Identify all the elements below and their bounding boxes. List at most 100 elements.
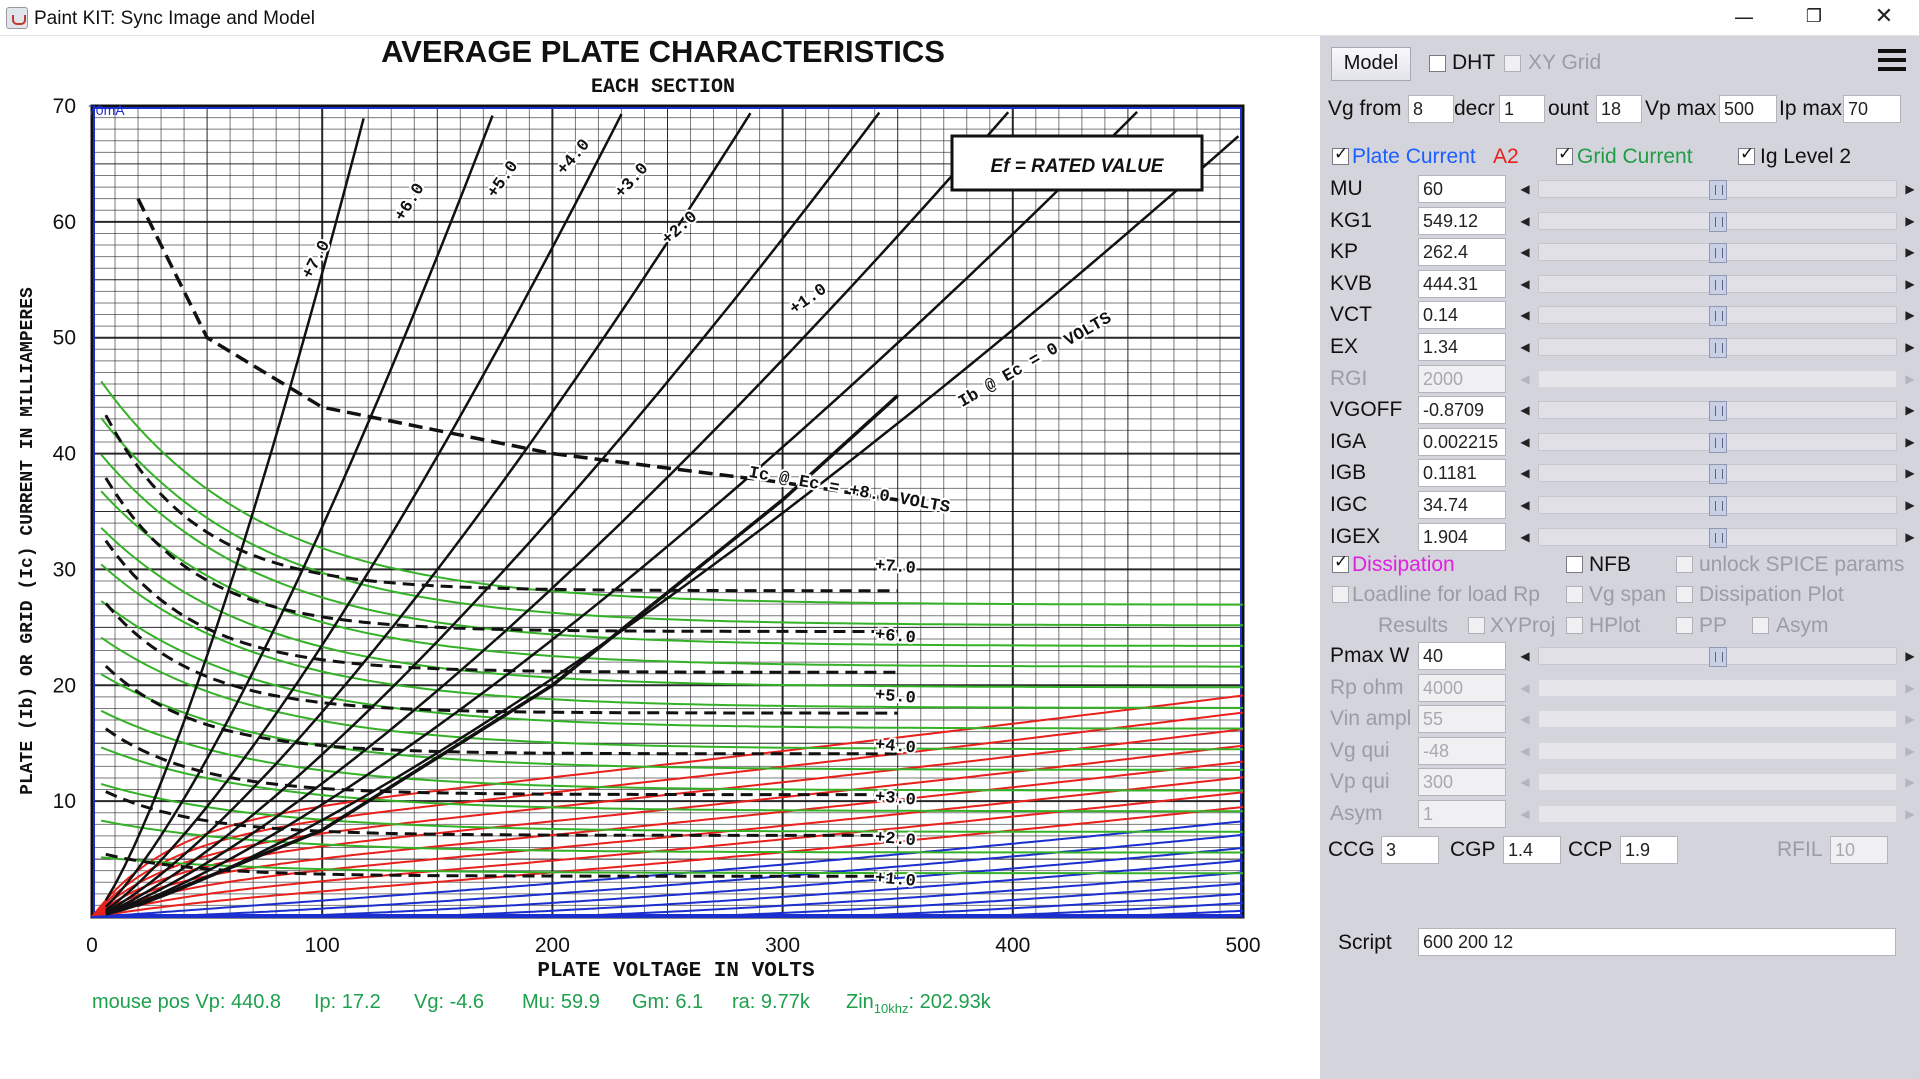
vp-max-field[interactable]: 500 (1719, 95, 1777, 123)
slider-left-arrow-icon[interactable]: ◀ (1516, 802, 1534, 826)
loadline-pmax-w-field[interactable]: 40 (1418, 642, 1506, 670)
vg-from-field[interactable]: 8 (1408, 95, 1454, 123)
loadline-asym-slider[interactable]: ◀ ▶ (1516, 802, 1919, 826)
cgp-field[interactable]: 1.4 (1503, 836, 1561, 864)
pp-checkbox[interactable] (1676, 617, 1693, 634)
param-kp-field[interactable]: 262.4 (1418, 238, 1506, 267)
slider-thumb[interactable] (1708, 432, 1727, 453)
slider-right-arrow-icon[interactable]: ▶ (1901, 430, 1919, 454)
slider-right-arrow-icon[interactable]: ▶ (1901, 493, 1919, 517)
slider-thumb[interactable] (1708, 274, 1727, 295)
loadline-checkbox[interactable] (1332, 586, 1349, 603)
param-igex-field[interactable]: 1.904 (1418, 522, 1506, 551)
slider-track[interactable] (1538, 306, 1897, 327)
slider-left-arrow-icon[interactable]: ◀ (1516, 177, 1534, 201)
param-ex-slider[interactable]: ◀ ▶ (1516, 335, 1919, 359)
slider-right-arrow-icon[interactable]: ▶ (1901, 676, 1919, 700)
hplot-checkbox[interactable] (1566, 617, 1583, 634)
slider-track[interactable] (1538, 211, 1897, 232)
slider-thumb[interactable] (1708, 647, 1727, 667)
param-igb-field[interactable]: 0.1181 (1418, 459, 1506, 488)
loadline-asym-field[interactable]: 1 (1418, 800, 1506, 828)
count-field[interactable]: 18 (1596, 95, 1642, 123)
param-kp-slider[interactable]: ◀ ▶ (1516, 240, 1919, 264)
slider-thumb[interactable] (1708, 496, 1727, 516)
param-ex-field[interactable]: 1.34 (1418, 333, 1506, 361)
slider-track[interactable] (1538, 338, 1897, 358)
loadline-pmax-w-slider[interactable]: ◀ ▶ (1516, 644, 1919, 668)
loadline-vp-qui-slider[interactable]: ◀ ▶ (1516, 770, 1919, 794)
slider-right-arrow-icon[interactable]: ▶ (1901, 398, 1919, 422)
param-igc-slider[interactable]: ◀ ▶ (1516, 493, 1919, 517)
slider-track[interactable] (1538, 243, 1897, 264)
param-kg1-field[interactable]: 549.12 (1418, 206, 1506, 235)
slider-left-arrow-icon[interactable]: ◀ (1516, 303, 1534, 327)
slider-left-arrow-icon[interactable]: ◀ (1516, 398, 1534, 422)
slider-right-arrow-icon[interactable]: ▶ (1901, 272, 1919, 296)
slider-thumb[interactable] (1708, 527, 1727, 548)
chart-canvas[interactable]: 0 100 200 300 400 500 10 20 30 40 50 60 70 +7.0 +6.0 +5… (0, 36, 1320, 1079)
loadline-rp-ohm-slider[interactable]: ◀ ▶ (1516, 676, 1919, 700)
slider-right-arrow-icon[interactable]: ▶ (1901, 240, 1919, 264)
param-igex-slider[interactable]: ◀ ▶ (1516, 525, 1919, 549)
slider-track[interactable] (1538, 647, 1897, 667)
slider-right-arrow-icon[interactable]: ▶ (1901, 707, 1919, 731)
slider-left-arrow-icon[interactable]: ◀ (1516, 367, 1534, 391)
slider-track[interactable] (1538, 369, 1897, 388)
slider-track[interactable] (1538, 180, 1897, 200)
slider-left-arrow-icon[interactable]: ◀ (1516, 493, 1534, 517)
param-kvb-field[interactable]: 444.31 (1418, 269, 1506, 298)
slider-right-arrow-icon[interactable]: ▶ (1901, 303, 1919, 327)
slider-right-arrow-icon[interactable]: ▶ (1901, 177, 1919, 201)
slider-thumb[interactable] (1708, 306, 1727, 327)
param-mu-slider[interactable]: ◀ ▶ (1516, 177, 1919, 201)
slider-right-arrow-icon[interactable]: ▶ (1901, 209, 1919, 233)
slider-track[interactable] (1538, 496, 1897, 516)
grid-current-checkbox[interactable] (1556, 144, 1573, 165)
slider-left-arrow-icon[interactable]: ◀ (1516, 739, 1534, 763)
slider-left-arrow-icon[interactable]: ◀ (1516, 240, 1534, 264)
minimize-icon[interactable]: — (1709, 0, 1779, 36)
slider-track[interactable] (1538, 464, 1897, 485)
script-input[interactable]: 600 200 12 (1418, 928, 1896, 956)
slider-left-arrow-icon[interactable]: ◀ (1516, 676, 1534, 700)
slider-track[interactable] (1538, 401, 1897, 422)
param-vgoff-slider[interactable]: ◀ ▶ (1516, 398, 1919, 422)
ip-max-field[interactable]: 70 (1843, 95, 1901, 123)
unlock-spice-checkbox[interactable] (1676, 556, 1693, 573)
dissipation-plot-checkbox[interactable] (1676, 586, 1693, 603)
param-vct-field[interactable]: 0.14 (1418, 301, 1506, 330)
java-app-icon[interactable] (6, 7, 28, 29)
slider-left-arrow-icon[interactable]: ◀ (1516, 272, 1534, 296)
ig-level2-checkbox[interactable] (1738, 144, 1755, 165)
slider-right-arrow-icon[interactable]: ▶ (1901, 525, 1919, 549)
plate-current-checkbox[interactable] (1332, 144, 1349, 165)
decr-field[interactable]: 1 (1499, 95, 1545, 123)
param-rgi-slider[interactable]: ◀ ▶ (1516, 367, 1919, 391)
slider-thumb[interactable] (1708, 180, 1727, 200)
slider-track[interactable] (1538, 773, 1897, 792)
slider-track[interactable] (1538, 274, 1897, 295)
ccg-field[interactable]: 3 (1381, 836, 1439, 864)
xyproj-checkbox[interactable] (1468, 617, 1485, 634)
slider-right-arrow-icon[interactable]: ▶ (1901, 335, 1919, 359)
slider-right-arrow-icon[interactable]: ▶ (1901, 802, 1919, 826)
slider-thumb[interactable] (1708, 211, 1727, 232)
loadline-vin-ampl-slider[interactable]: ◀ ▶ (1516, 707, 1919, 731)
slider-left-arrow-icon[interactable]: ◀ (1516, 430, 1534, 454)
slider-thumb[interactable] (1708, 464, 1727, 485)
slider-track[interactable] (1538, 741, 1897, 760)
loadline-vin-ampl-field[interactable]: 55 (1418, 705, 1506, 734)
dissipation-checkbox[interactable] (1332, 552, 1349, 573)
loadline-vg-qui-slider[interactable]: ◀ ▶ (1516, 739, 1919, 763)
param-igc-field[interactable]: 34.74 (1418, 491, 1506, 519)
slider-left-arrow-icon[interactable]: ◀ (1516, 644, 1534, 668)
hamburger-menu-icon[interactable] (1878, 49, 1906, 75)
model-button[interactable]: Model (1331, 47, 1411, 81)
nfb-checkbox[interactable] (1566, 556, 1583, 573)
param-iga-slider[interactable]: ◀ ▶ (1516, 430, 1919, 454)
slider-right-arrow-icon[interactable]: ▶ (1901, 367, 1919, 391)
param-rgi-field[interactable]: 2000 (1418, 364, 1506, 393)
param-vgoff-field[interactable]: -0.8709 (1418, 396, 1506, 425)
slider-left-arrow-icon[interactable]: ◀ (1516, 707, 1534, 731)
